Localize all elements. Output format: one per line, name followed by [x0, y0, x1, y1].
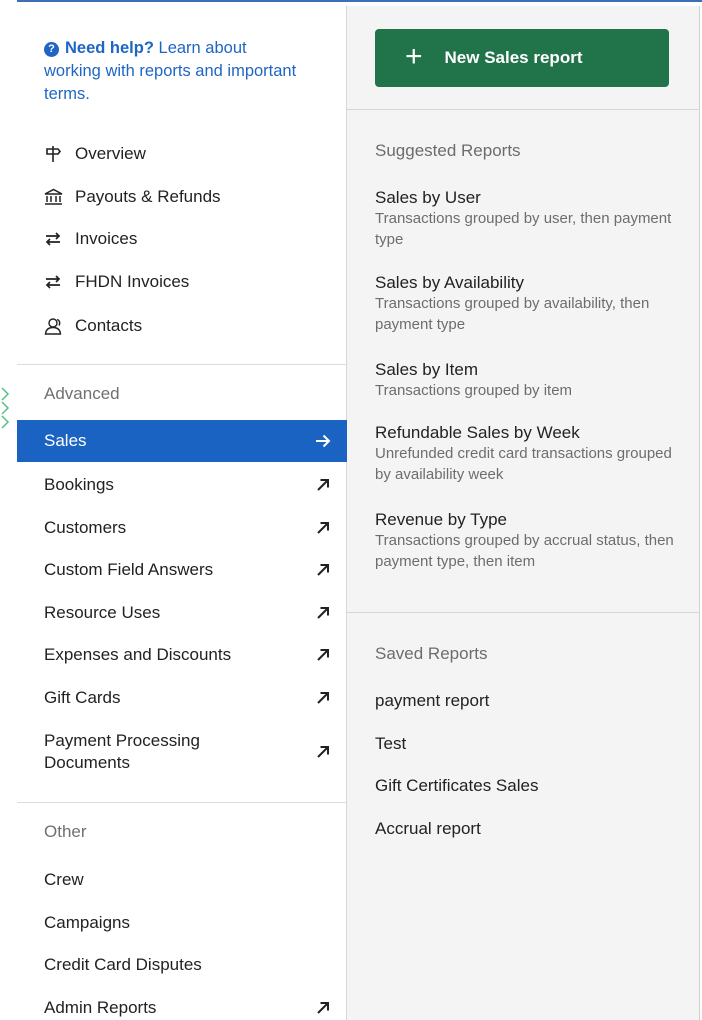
report-description: Transactions grouped by availability, th…	[375, 295, 650, 333]
report-description: Transactions grouped by item	[375, 382, 573, 399]
question-icon: ?	[44, 42, 59, 57]
external-link-icon	[315, 477, 331, 493]
plus-icon: +	[405, 39, 423, 73]
saved-report-item[interactable]: Accrual report	[375, 819, 481, 839]
help-strong: Need help?	[65, 39, 154, 57]
advanced-item-sales[interactable]: Sales	[17, 420, 347, 462]
divider	[17, 364, 347, 365]
report-description: Transactions grouped by accrual status, …	[375, 532, 674, 570]
advanced-item-customers[interactable]: Customers	[17, 516, 347, 540]
saved-heading: Saved Reports	[375, 644, 488, 663]
item-label: Crew	[44, 870, 84, 889]
help-link[interactable]: ? Need help? Learn about working with rep…	[44, 37, 304, 106]
report-title: Revenue by Type	[375, 510, 507, 529]
item-label: Bookings	[44, 475, 114, 494]
advanced-item-gift-cards[interactable]: Gift Cards	[17, 686, 347, 710]
report-title: Sales by Item	[375, 360, 478, 379]
report-title: Sales by User	[375, 188, 481, 207]
external-link-icon	[315, 562, 331, 578]
contacts-icon	[44, 316, 68, 336]
item-label: Sales	[44, 431, 87, 450]
item-label: Admin Reports	[44, 998, 157, 1017]
signpost-icon	[44, 144, 68, 164]
nav-contacts[interactable]: Contacts	[44, 314, 142, 338]
saved-report-item[interactable]: payment report	[375, 691, 489, 711]
advanced-item-payment-processing-documents[interactable]: Payment Processing Documents	[17, 729, 347, 775]
saved-report-item[interactable]: Gift Certificates Sales	[375, 776, 538, 796]
external-link-icon	[315, 647, 331, 663]
advanced-heading: Advanced	[44, 384, 120, 403]
new-button-label: New Sales report	[444, 48, 583, 67]
nav-label: Payouts & Refunds	[75, 187, 221, 206]
new-sales-report-button[interactable]: + New Sales report	[375, 29, 669, 87]
report-title: Sales by Availability	[375, 273, 524, 292]
nav-payouts-refunds[interactable]: Payouts & Refunds	[44, 185, 221, 209]
external-link-icon	[315, 1000, 331, 1016]
report-description: Unrefunded credit card transactions grou…	[375, 445, 672, 483]
advanced-item-bookings[interactable]: Bookings	[17, 473, 347, 497]
report-description: Transactions grouped by user, then payme…	[375, 210, 672, 248]
nav-overview[interactable]: Overview	[44, 142, 146, 166]
divider	[347, 109, 700, 110]
other-item-crew[interactable]: Crew	[17, 868, 347, 892]
other-item-campaigns[interactable]: Campaigns	[17, 911, 347, 935]
other-heading: Other	[44, 822, 87, 841]
other-item-admin-reports[interactable]: Admin Reports	[17, 996, 347, 1020]
suggested-heading: Suggested Reports	[375, 141, 521, 160]
suggested-report-sales-by-availability[interactable]: Sales by Availability Transactions group…	[375, 273, 675, 335]
report-nav-panel: ? Need help? Learn about working with rep…	[17, 6, 347, 1020]
suggested-report-revenue-by-type[interactable]: Revenue by Type Transactions grouped by …	[375, 510, 675, 572]
item-label: Expenses and Discounts	[44, 645, 232, 664]
suggested-report-sales-by-item[interactable]: Sales by Item Transactions grouped by it…	[375, 360, 675, 401]
divider	[347, 612, 700, 613]
nav-fhdn-invoices[interactable]: FHDN Invoices	[44, 270, 189, 294]
swap-arrows-icon	[44, 272, 68, 292]
suggested-report-sales-by-user[interactable]: Sales by User Transactions grouped by us…	[375, 188, 675, 250]
item-label: Resource Uses	[44, 603, 161, 622]
decorative-stripe	[1, 387, 10, 429]
nav-label: Overview	[75, 144, 146, 163]
other-item-credit-card-disputes[interactable]: Credit Card Disputes	[17, 953, 347, 977]
saved-report-item[interactable]: Test	[375, 734, 406, 754]
divider	[17, 802, 347, 803]
nav-invoices[interactable]: Invoices	[44, 227, 137, 251]
item-label: Gift Cards	[44, 688, 121, 707]
external-link-icon	[315, 520, 331, 536]
advanced-item-resource-uses[interactable]: Resource Uses	[17, 601, 347, 625]
suggested-report-refundable-sales-by-week[interactable]: Refundable Sales by Week Unrefunded cred…	[375, 423, 675, 485]
nav-label: Contacts	[75, 316, 143, 335]
advanced-item-custom-field-answers[interactable]: Custom Field Answers	[17, 558, 347, 582]
report-title: Refundable Sales by Week	[375, 423, 580, 442]
item-label: Campaigns	[44, 913, 130, 932]
item-label: Payment Processing Documents	[44, 731, 200, 772]
item-label: Customers	[44, 518, 127, 537]
reports-panel: + New Sales report Suggested Reports Sal…	[347, 6, 700, 1020]
swap-arrows-icon	[44, 229, 68, 249]
external-link-icon	[315, 744, 331, 760]
bank-icon	[44, 187, 68, 207]
item-label: Credit Card Disputes	[44, 955, 202, 974]
advanced-item-expenses-discounts[interactable]: Expenses and Discounts	[17, 643, 347, 667]
external-link-icon	[315, 690, 331, 706]
item-label: Custom Field Answers	[44, 560, 214, 579]
nav-label: FHDN Invoices	[75, 272, 190, 291]
nav-label: Invoices	[75, 229, 138, 248]
external-link-icon	[315, 605, 331, 621]
arrow-right-icon	[315, 433, 331, 449]
